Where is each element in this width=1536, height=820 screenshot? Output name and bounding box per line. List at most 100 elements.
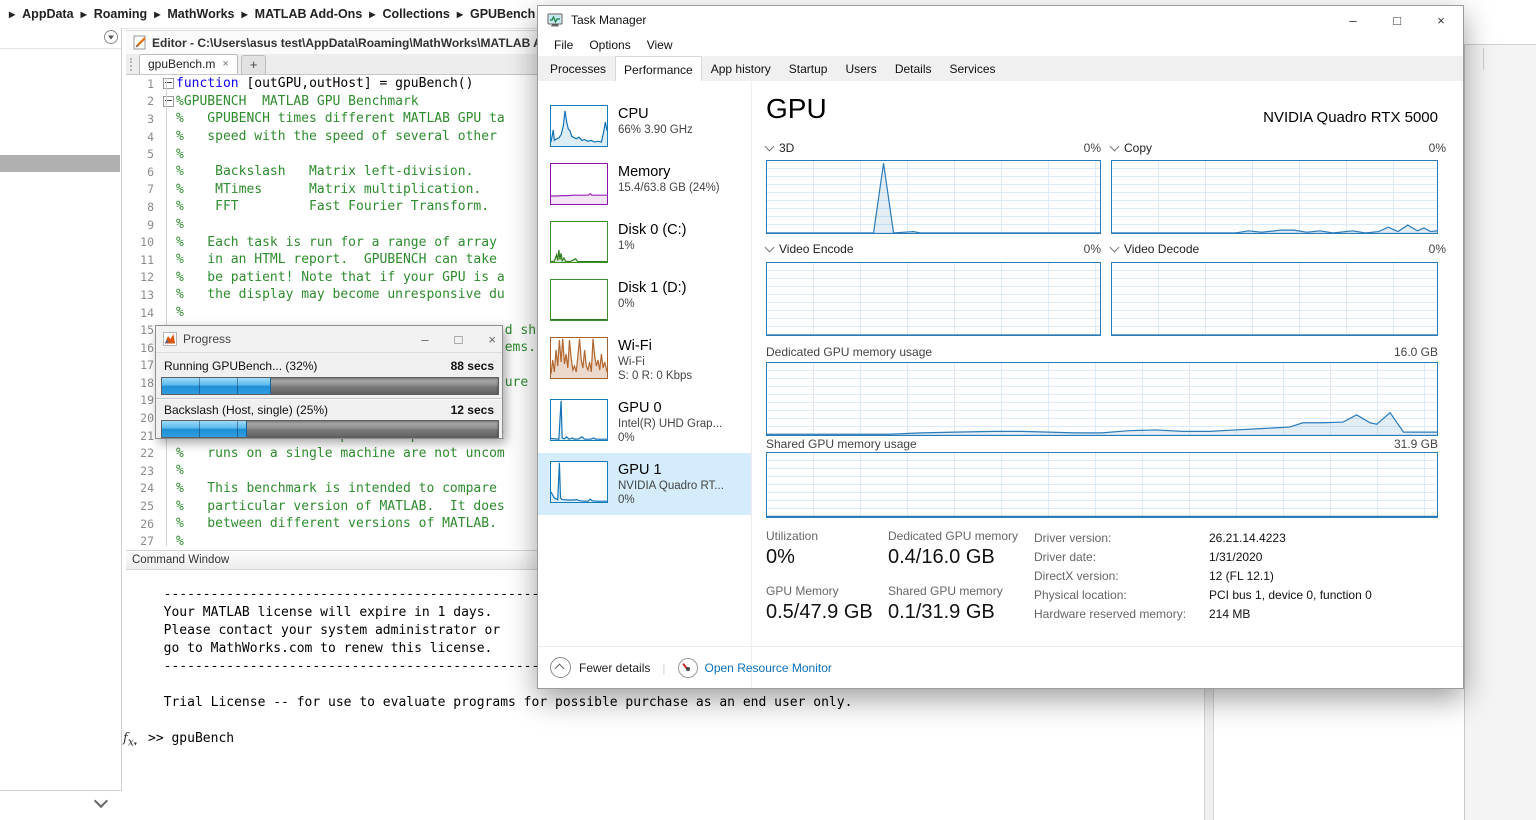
open-resource-monitor-link[interactable]: Open Resource Monitor [705,661,832,675]
current-folder-panel[interactable] [0,28,122,791]
fold-marker-icon[interactable] [160,78,176,89]
chart-header-video-encode[interactable]: Video Encode 0% [766,242,1101,256]
chart-label: Copy [1124,141,1152,155]
detail-label: Physical location: [1034,588,1127,602]
line-number: 1 [126,77,160,91]
sidebar-item-sub: Wi-Fi [618,355,692,369]
chart-header-copy[interactable]: Copy 0% [1111,141,1446,155]
stat-label: Utilization [766,529,818,544]
performance-content: CPU66% 3.90 GHzMemory15.4/63.8 GB (24%)D… [538,81,1463,688]
code-text: % [176,147,184,162]
chart-value: 0% [1429,242,1446,256]
maximize-icon[interactable]: □ [455,332,463,347]
drag-grip-icon[interactable] [130,58,135,71]
detail-row-driver-date: Driver date: 1/31/2020 [1034,550,1438,568]
progress-row: Running GPUBench... (32%) 88 secs [164,359,494,373]
sidebar-item-title: Wi-Fi [618,337,692,355]
sidebar-item-title: Memory [618,163,720,181]
code-text: % [176,463,184,478]
minimize-icon[interactable]: – [421,332,428,347]
tab-startup[interactable]: Startup [780,57,837,81]
fold-marker-icon[interactable] [160,96,176,107]
stat-utilization: Utilization 0% [766,529,818,570]
breadcrumb-item-gpubench[interactable]: GPUBench [470,7,535,21]
tab-performance[interactable]: Performance [615,56,702,82]
maximize-icon[interactable]: □ [1375,6,1419,34]
code-text: % [176,305,184,320]
fewer-details-button[interactable]: Fewer details [579,661,650,675]
line-number: 27 [126,534,160,548]
progress-task-label: Running GPUBench... (32%) [164,359,317,373]
close-tab-icon[interactable]: × [222,58,228,70]
breadcrumb-arrow-icon: ▶ [457,10,463,19]
close-icon[interactable]: × [1419,6,1463,34]
menu-view[interactable]: View [639,38,681,52]
code-text: % speed with the speed of several other [176,129,505,144]
breadcrumb-item-roaming[interactable]: Roaming [94,7,147,21]
line-number: 22 [126,446,160,460]
screen: ▶AppData▶Roaming▶MathWorks▶MATLAB Add-On… [0,0,1536,820]
folder-selected-row[interactable] [0,155,120,172]
panel-splitter[interactable] [1204,687,1214,820]
detail-value: 1/31/2020 [1209,550,1262,564]
tab-app-history[interactable]: App history [702,57,780,81]
sidebar-item-cpu[interactable]: CPU66% 3.90 GHz [538,97,751,155]
sidebar-item-disk-1-d[interactable]: Disk 1 (D:)0% [538,271,751,329]
progress-task-label: Backslash (Host, single) (25%) [164,403,328,417]
sidebar-item-gpu-0[interactable]: GPU 0Intel(R) UHD Grap...0% [538,391,751,453]
line-number: 10 [126,235,160,249]
chart-label: Video Decode [1124,242,1199,256]
background-right-panel [1464,0,1536,820]
progress-titlebar[interactable]: Progress – □ × [156,326,502,353]
tab-services[interactable]: Services [941,57,1005,81]
sidebar-item-wi-fi[interactable]: Wi-FiWi-FiS: 0 R: 0 Kbps [538,329,751,391]
line-number: 23 [126,464,160,478]
chevron-down-icon [765,142,775,152]
code-text: % [176,217,184,232]
sidebar-item-memory[interactable]: Memory15.4/63.8 GB (24%) [538,155,751,213]
breadcrumb-item-matlab-add-ons[interactable]: MATLAB Add-Ons [255,7,363,21]
task-manager-titlebar[interactable]: Task Manager – □ × [538,6,1463,34]
tab-details[interactable]: Details [886,57,941,81]
code-text: function [outGPU,outHost] = gpuBench() [176,76,473,91]
detail-value: 12 (FL 12.1) [1209,569,1274,583]
chart-value: 0% [1084,141,1101,155]
progress-time: 12 secs [451,403,494,417]
code-text: % GPUBENCH times different MATLAB GPU ta [176,111,505,126]
code-text: % Each task is run for a range of array [176,235,505,250]
tab-processes[interactable]: Processes [541,57,615,81]
breadcrumb-item-appdata[interactable]: AppData [22,7,73,21]
fx-function-hint[interactable]: fx▾ [123,731,137,749]
sidebar-item-gpu-1[interactable]: GPU 1NVIDIA Quadro RT...0% [538,453,751,515]
chart-shared-memory [766,452,1438,518]
chart-value: 0% [1429,141,1446,155]
fewer-details-icon[interactable] [550,657,571,678]
sidebar-item-disk-0-c[interactable]: Disk 0 (C:)1% [538,213,751,271]
tab-gpubench-m[interactable]: gpuBench.m × [139,54,238,74]
sidebar-item-sub: NVIDIA Quadro RT... [618,479,724,493]
chevron-down-icon[interactable] [94,794,108,808]
chart-copy [1111,160,1438,234]
breadcrumb-item-collections[interactable]: Collections [382,7,449,21]
breadcrumb-item-mathworks[interactable]: MathWorks [167,7,234,21]
chart-video-decode [1111,262,1438,336]
sparkline-gpu-0 [550,399,608,441]
tab-users[interactable]: Users [836,57,885,81]
resource-monitor-icon[interactable] [678,658,698,678]
chart-header-3d[interactable]: 3D 0% [766,141,1101,155]
stat-shared-memory: Shared GPU memory 0.1/31.9 GB [888,584,1003,625]
menu-file[interactable]: File [546,38,581,52]
menu-options[interactable]: Options [581,38,638,52]
line-number: 6 [126,165,160,179]
close-icon[interactable]: × [488,332,496,347]
detail-label: Hardware reserved memory: [1034,607,1186,621]
new-tab-button[interactable]: + [241,55,267,74]
code-text: % [176,534,184,549]
line-number: 8 [126,200,160,214]
sidebar-item-title: GPU 1 [618,461,724,479]
minimize-icon[interactable]: – [1331,6,1375,34]
chart-header-video-decode[interactable]: Video Decode 0% [1111,242,1446,256]
detail-label: Driver date: [1034,550,1096,564]
panel-menu-icon[interactable] [103,29,119,50]
stat-label: Dedicated GPU memory [888,529,1018,544]
